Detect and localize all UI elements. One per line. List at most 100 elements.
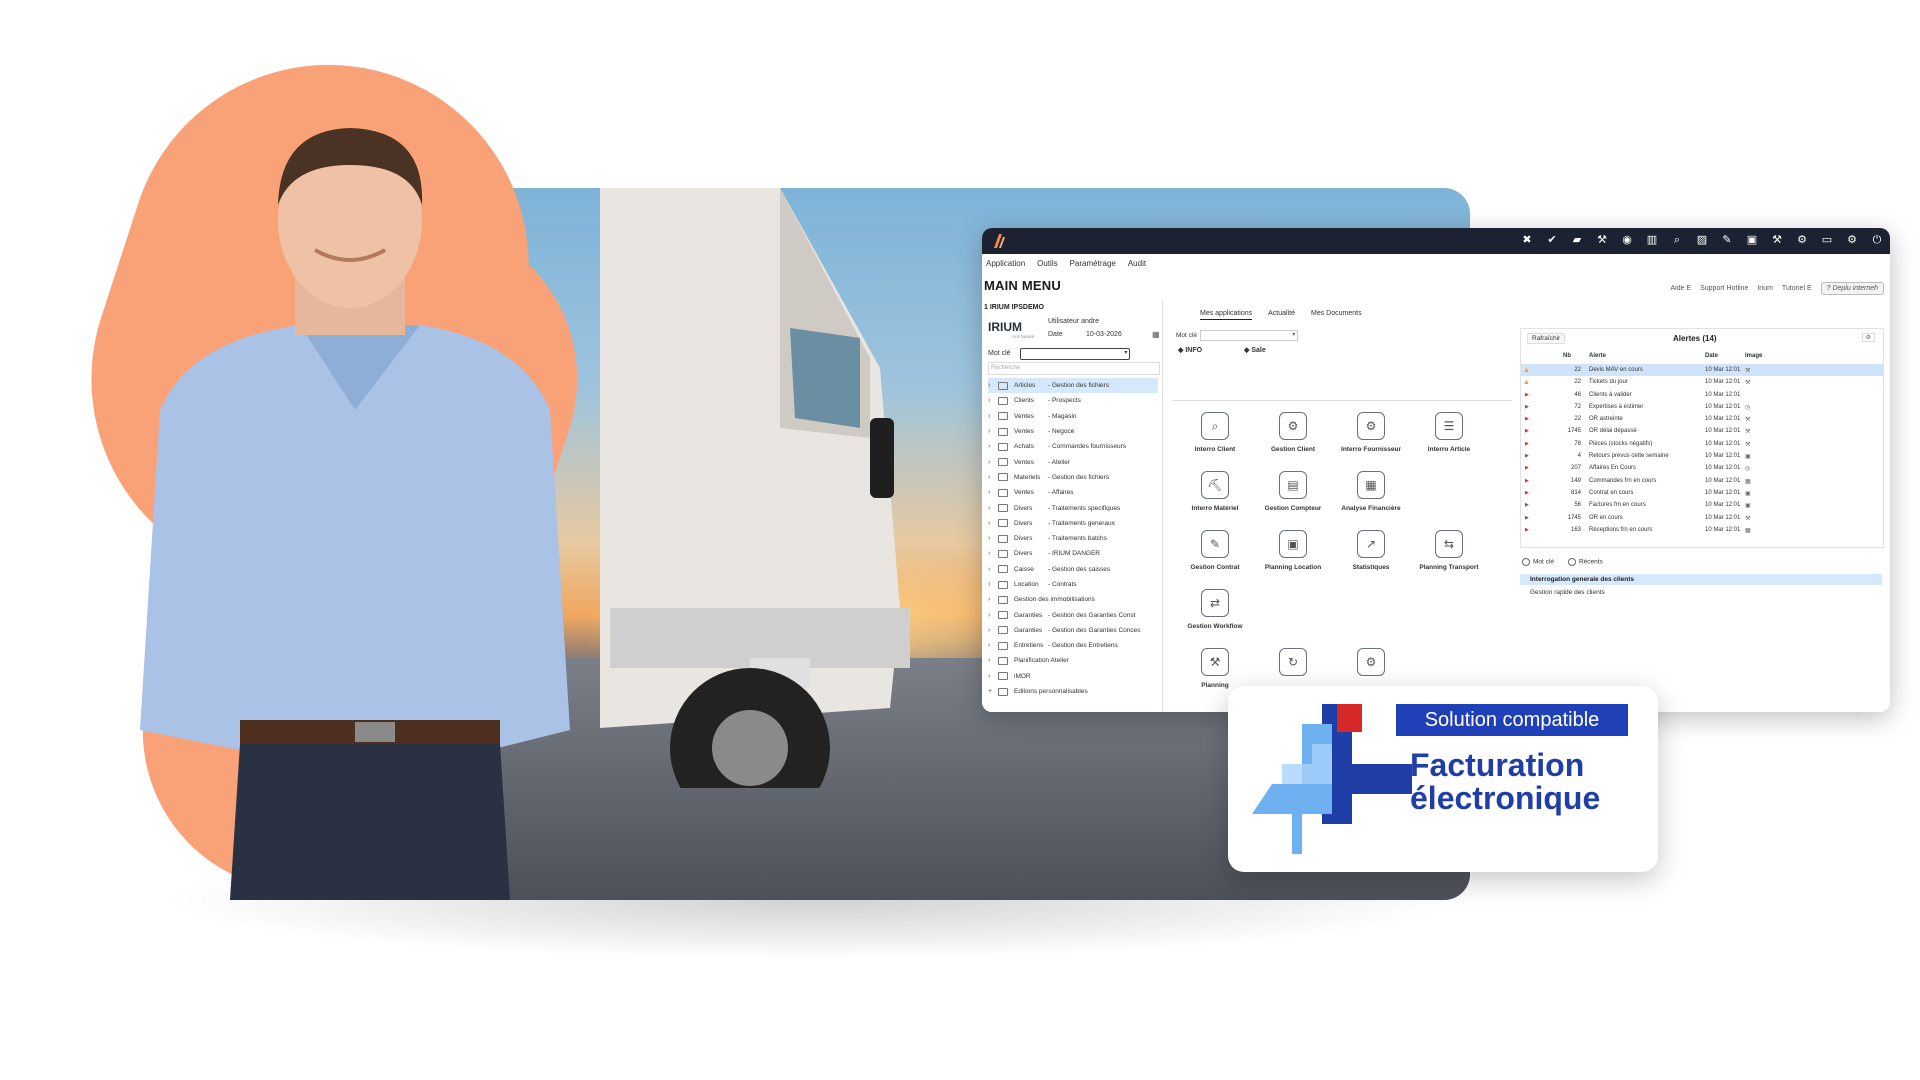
- app-tile[interactable]: ▤ Gestion Compteur: [1254, 471, 1332, 512]
- power-icon[interactable]: ⏻: [1870, 233, 1884, 247]
- expand-arrow-icon[interactable]: ▶: [1525, 490, 1529, 496]
- alert-row[interactable]: ▶ 22 OR astreinte 10 Mar 12:01 ⚒: [1521, 413, 1883, 425]
- expand-arrow-icon[interactable]: ▶: [1525, 404, 1529, 410]
- chevron-right-icon[interactable]: ›: [988, 382, 998, 389]
- chevron-right-icon[interactable]: ›: [988, 505, 998, 512]
- chevron-right-icon[interactable]: ›: [988, 474, 998, 481]
- tree-item[interactable]: › iMOR: [988, 669, 1158, 684]
- alert-row[interactable]: ▶ 78 Pièces (stocks négatifs) 10 Mar 12:01 ⚒: [1521, 438, 1883, 450]
- tree-item[interactable]: › Materiels - Gestion des fichiers: [988, 470, 1158, 485]
- alert-row[interactable]: ▶ 149 Commandes frn en cours 10 Mar 12:01 ▦: [1521, 475, 1883, 487]
- chevron-right-icon[interactable]: ›: [988, 443, 998, 450]
- alert-row[interactable]: ▶ 4 Retours prevus cette semaine 10 Mar 12:…: [1521, 450, 1883, 462]
- tree-item[interactable]: › Gestion des immobilisations: [988, 592, 1158, 607]
- expand-arrow-icon[interactable]: ▶: [1525, 502, 1529, 508]
- alert-row[interactable]: ▲ 22 Devis MAV en cours 10 Mar 12:01 ⚒: [1521, 364, 1883, 377]
- keyword-select[interactable]: ▾: [1020, 348, 1130, 360]
- calendar-icon[interactable]: ▦: [1152, 330, 1160, 339]
- tree-item[interactable]: › Planification Atelier: [988, 653, 1158, 668]
- radio-keyword[interactable]: Mot clé: [1522, 558, 1554, 566]
- alert-row[interactable]: ▶ 1745 OR délai dépassé 10 Mar 12:01 ⚒: [1521, 425, 1883, 437]
- image-icon[interactable]: ▨: [1695, 233, 1709, 247]
- app-tile[interactable]: ⛏ Interro Matériel: [1176, 471, 1254, 512]
- alerts-settings-icon[interactable]: ⚙: [1861, 333, 1875, 342]
- tree-item[interactable]: › Location - Contrats: [988, 577, 1158, 592]
- expand-arrow-icon[interactable]: ▶: [1525, 465, 1529, 471]
- alert-row[interactable]: ▶ 46 Clients à valider 10 Mar 12:01: [1521, 389, 1883, 401]
- chevron-right-icon[interactable]: ›: [988, 566, 998, 573]
- chevron-right-icon[interactable]: ›: [988, 489, 998, 496]
- check-icon[interactable]: ✔: [1545, 233, 1559, 247]
- menu-outils[interactable]: Outils: [1033, 256, 1065, 274]
- tab-mes-applications[interactable]: Mes applications: [1200, 310, 1253, 320]
- tree-item[interactable]: › Ventes - Negoce: [988, 424, 1158, 439]
- tree-item[interactable]: › Achats - Commandes fournisseurs: [988, 439, 1158, 454]
- tree-item[interactable]: › Entretiens - Gestion des Entretiens: [988, 638, 1158, 653]
- wrench-icon[interactable]: ⚒: [1595, 233, 1609, 247]
- edit-icon[interactable]: ✎: [1720, 233, 1734, 247]
- close-icon[interactable]: ✖: [1520, 233, 1534, 247]
- link-support-hotline[interactable]: Support Hotline: [1700, 285, 1748, 292]
- center-keyword-select[interactable]: ▾: [1200, 330, 1298, 341]
- app-tile[interactable]: ▦ Analyse Financière: [1332, 471, 1410, 512]
- chevron-right-icon[interactable]: ›: [988, 657, 998, 664]
- app-tile-empty[interactable]: ⚙: [1332, 648, 1410, 689]
- app-tile[interactable]: ✎ Gestion Contrat: [1176, 530, 1254, 571]
- search-input[interactable]: Recherche: [988, 362, 1160, 375]
- folder-icon[interactable]: ▰: [1570, 233, 1584, 247]
- alert-row[interactable]: ▶ 163 Réceptions frn en cours 10 Mar 12:01 ▦: [1521, 524, 1883, 536]
- chevron-right-icon[interactable]: ›: [988, 627, 998, 634]
- alert-row[interactable]: ▶ 1745 OR en cours 10 Mar 12:01 ⚒: [1521, 512, 1883, 524]
- tree-item[interactable]: › Articles - Gestion des fichiers: [988, 378, 1158, 394]
- gear-icon[interactable]: ⚙: [1795, 233, 1809, 247]
- alert-row[interactable]: ▲ 22 Tickets du jour 10 Mar 12:01 ⚒: [1521, 376, 1883, 388]
- settings-icon[interactable]: ⚙: [1845, 233, 1859, 247]
- app-tile[interactable]: ⇄ Gestion Workflow: [1176, 589, 1254, 630]
- menu-audit[interactable]: Audit: [1124, 256, 1154, 274]
- search-icon[interactable]: ⌕: [1670, 233, 1684, 247]
- expand-arrow-icon[interactable]: ▶: [1525, 416, 1529, 422]
- chevron-right-icon[interactable]: ›: [988, 581, 998, 588]
- expand-arrow-icon[interactable]: ▶: [1525, 515, 1529, 521]
- demo-button[interactable]: ? Deplu interneh: [1820, 282, 1884, 295]
- tree-item[interactable]: › Divers - Traitements specifiques: [988, 500, 1158, 515]
- chevron-right-icon[interactable]: ›: [988, 459, 998, 466]
- tree-item[interactable]: › Divers - Traitements batchs: [988, 531, 1158, 546]
- chevron-right-icon[interactable]: ›: [988, 535, 998, 542]
- chevron-right-icon[interactable]: ›: [988, 596, 998, 603]
- tree-item[interactable]: › Ventes - Affaires: [988, 485, 1158, 500]
- app-tile[interactable]: ☰ Interro Article: [1410, 412, 1488, 453]
- app-tile[interactable]: ⚙ Interro Fournisseur: [1332, 412, 1410, 453]
- chevron-right-icon[interactable]: ›: [988, 642, 998, 649]
- app-tile[interactable]: ↗ Statistiques: [1332, 530, 1410, 571]
- alert-row[interactable]: ▶ 814 Contrat en cours 10 Mar 12:01 ▣: [1521, 487, 1883, 499]
- alert-row[interactable]: ▶ 207 Affaires En Cours 10 Mar 12:01 ◎: [1521, 462, 1883, 474]
- chevron-right-icon[interactable]: ›: [988, 550, 998, 557]
- refresh-button[interactable]: Rafraîchir: [1527, 333, 1566, 344]
- app-tile[interactable]: ⌕ Interro Client: [1176, 412, 1254, 453]
- expand-arrow-icon[interactable]: ▶: [1525, 478, 1529, 484]
- lock-icon[interactable]: ▣: [1745, 233, 1759, 247]
- alert-row[interactable]: ▶ 72 Expertises à estimer 10 Mar 12:01 ◷: [1521, 401, 1883, 413]
- chevron-right-icon[interactable]: ›: [988, 612, 998, 619]
- info-chip[interactable]: ◆ INFO: [1178, 346, 1202, 354]
- tree-item[interactable]: › Divers - Traitements generaux: [988, 516, 1158, 531]
- tree-item[interactable]: › Garanties - Gestion des Garanties Conces: [988, 623, 1158, 638]
- tab-actualite[interactable]: Actualité: [1268, 310, 1295, 320]
- sale-chip[interactable]: ◆ Sale: [1244, 346, 1266, 354]
- chevron-right-icon[interactable]: ›: [988, 397, 998, 404]
- app-tile[interactable]: ▣ Planning Location: [1254, 530, 1332, 571]
- tree-item[interactable]: › Clients - Prospects: [988, 393, 1158, 408]
- tree-item[interactable]: › Ventes - Atelier: [988, 454, 1158, 469]
- tools-icon[interactable]: ⚒: [1770, 233, 1784, 247]
- expand-arrow-icon[interactable]: ▶: [1525, 441, 1529, 447]
- app-tile[interactable]: ⚙ Gestion Client: [1254, 412, 1332, 453]
- window-icon[interactable]: ▭: [1820, 233, 1834, 247]
- expand-arrow-icon[interactable]: ▶: [1525, 428, 1529, 434]
- app-tile[interactable]: ⚒ Planning: [1176, 648, 1254, 689]
- menu-application[interactable]: Application: [982, 256, 1033, 274]
- chevron-right-icon[interactable]: +: [988, 688, 998, 695]
- menu-parametrage[interactable]: Paramétrage: [1066, 256, 1124, 274]
- tree-item[interactable]: › Caisse - Gestion des caisses: [988, 562, 1158, 577]
- expand-arrow-icon[interactable]: ▶: [1525, 453, 1529, 459]
